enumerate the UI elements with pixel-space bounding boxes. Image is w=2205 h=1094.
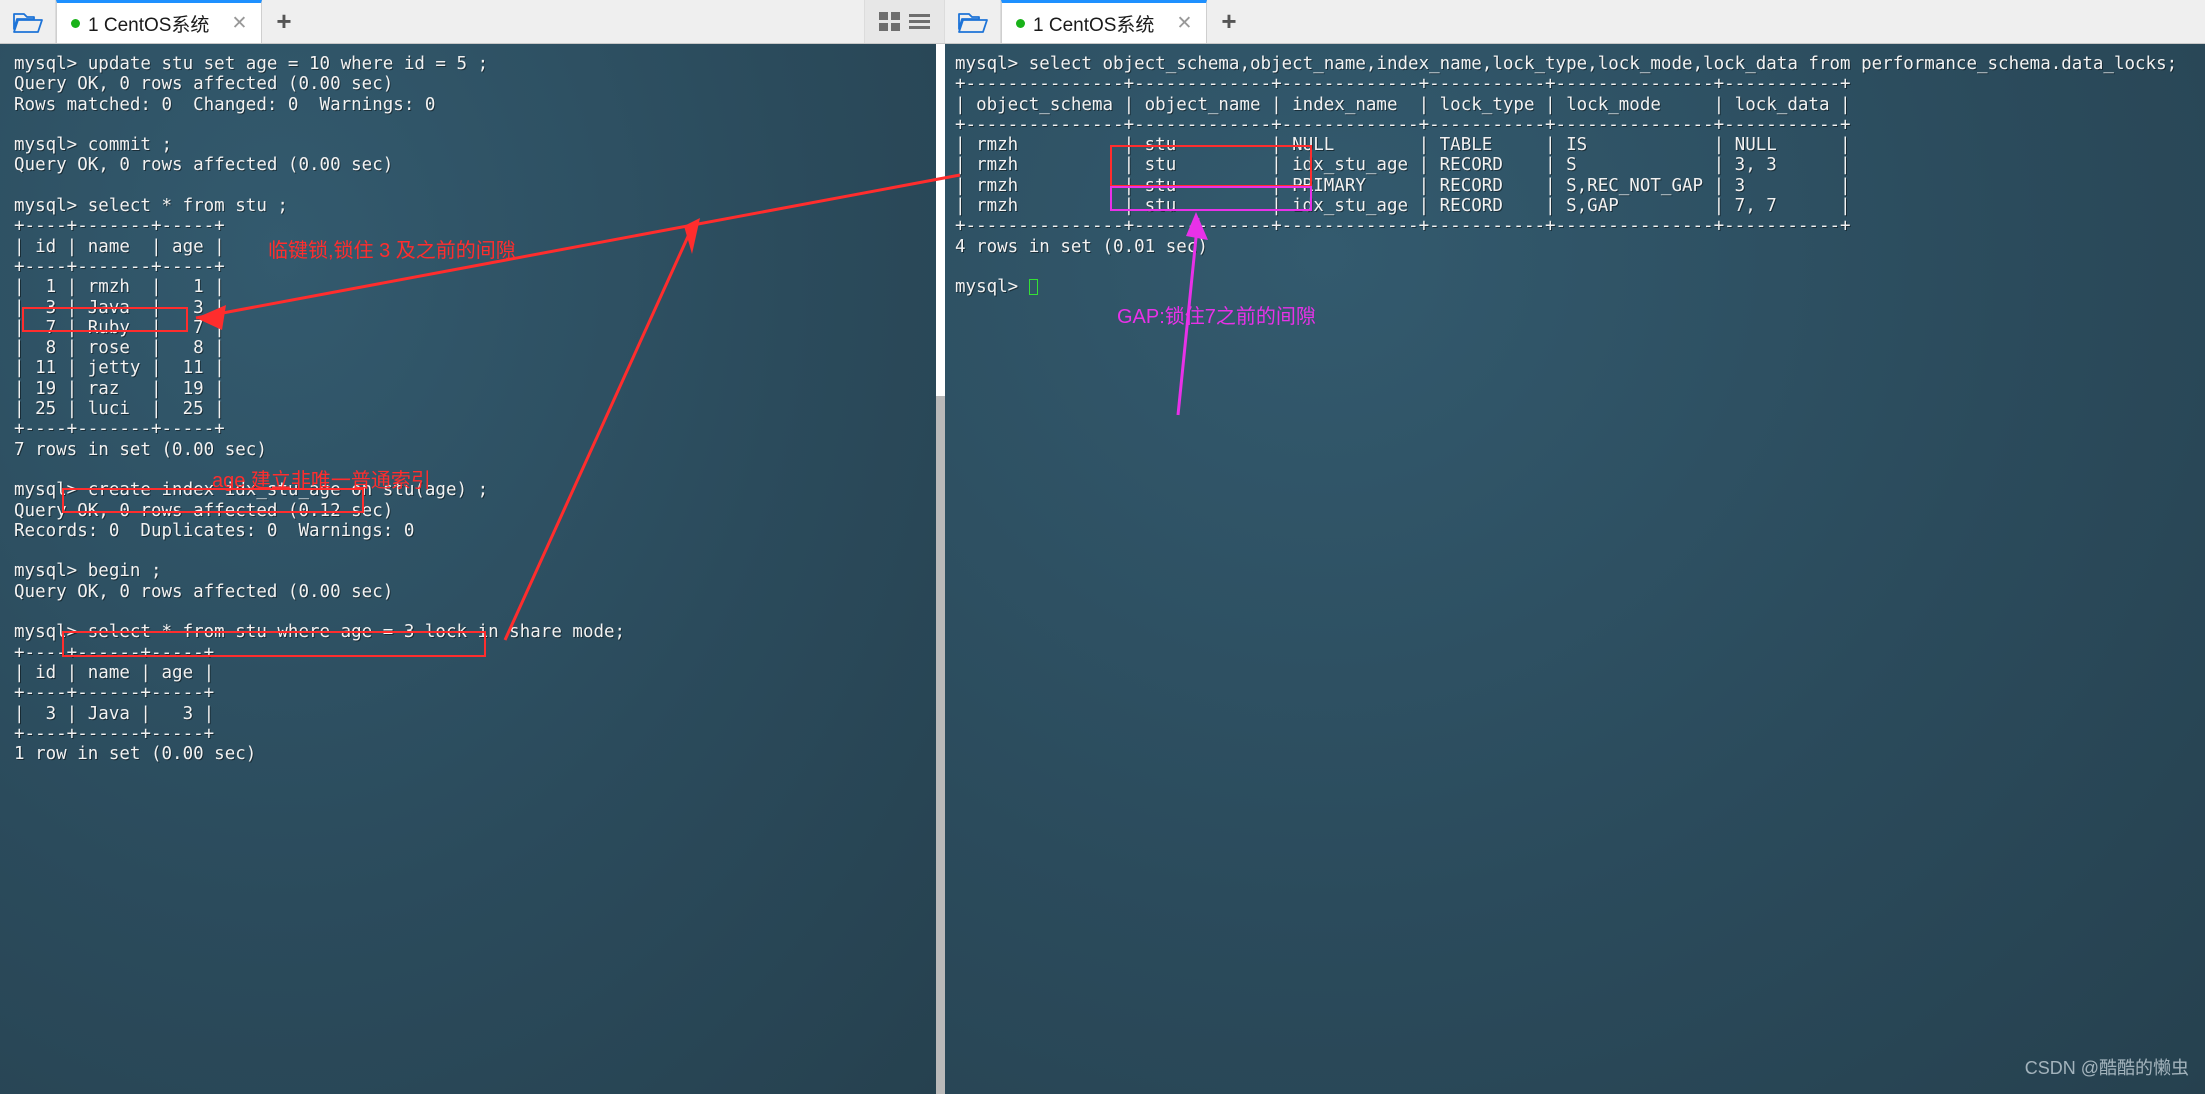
right-terminal-output: mysql> select object_schema,object_name,… [945, 44, 2205, 298]
left-terminal-output: mysql> update stu set age = 10 where id … [14, 54, 626, 765]
folder-icon [957, 10, 988, 34]
left-new-tab-button[interactable]: + [262, 0, 305, 43]
left-tab-status-dot [71, 18, 80, 28]
right-tab-close-icon[interactable]: ✕ [1168, 14, 1200, 33]
right-tab-status-dot [1016, 18, 1025, 28]
list-view-icon[interactable] [909, 14, 930, 29]
right-new-tab-button[interactable]: + [1207, 0, 1250, 43]
watermark: CSDN @酷酷的懒虫 [2024, 1058, 2189, 1078]
index-annotation: age 建立非唯一普通索引 [212, 470, 431, 492]
right-terminal-pane[interactable]: mysql> select object_schema,object_name,… [945, 44, 2205, 1094]
right-tabbar: 1 CentOS系统 ✕ + [945, 0, 2205, 44]
pane-scrollbar-thumb[interactable] [936, 44, 945, 396]
view-mode-buttons [864, 0, 945, 43]
right-terminal-text: mysql> select object_schema,object_name,… [955, 54, 2178, 298]
left-folder-button[interactable] [0, 0, 56, 43]
gap-lock-annotation: GAP:锁住7之前的间隙 [1117, 306, 1316, 328]
right-folder-button[interactable] [945, 0, 1001, 43]
right-tab-centos[interactable]: 1 CentOS系统 ✕ [1001, 0, 1208, 43]
terminal-cursor [1028, 279, 1038, 296]
right-tabbar-spacer [1250, 0, 2205, 43]
left-tab-title: 1 CentOS系统 [88, 14, 210, 36]
left-tabbar: 1 CentOS系统 ✕ + [0, 0, 945, 44]
next-key-lock-annotation: 临键锁,锁住 3 及之前的间隙 [268, 240, 516, 262]
left-terminal-pane[interactable]: mysql> update stu set age = 10 where id … [0, 44, 936, 1094]
left-tab-centos[interactable]: 1 CentOS系统 ✕ [56, 0, 263, 43]
right-tab-title: 1 CentOS系统 [1033, 14, 1155, 36]
folder-icon [12, 10, 43, 34]
app-window: 1 CentOS系统 ✕ + 1 CentOS系统 ✕ + mysql> upd… [0, 0, 2205, 1094]
left-tab-close-icon[interactable]: ✕ [223, 14, 255, 33]
grid-view-icon[interactable] [879, 12, 900, 31]
left-tabbar-spacer [305, 0, 864, 43]
